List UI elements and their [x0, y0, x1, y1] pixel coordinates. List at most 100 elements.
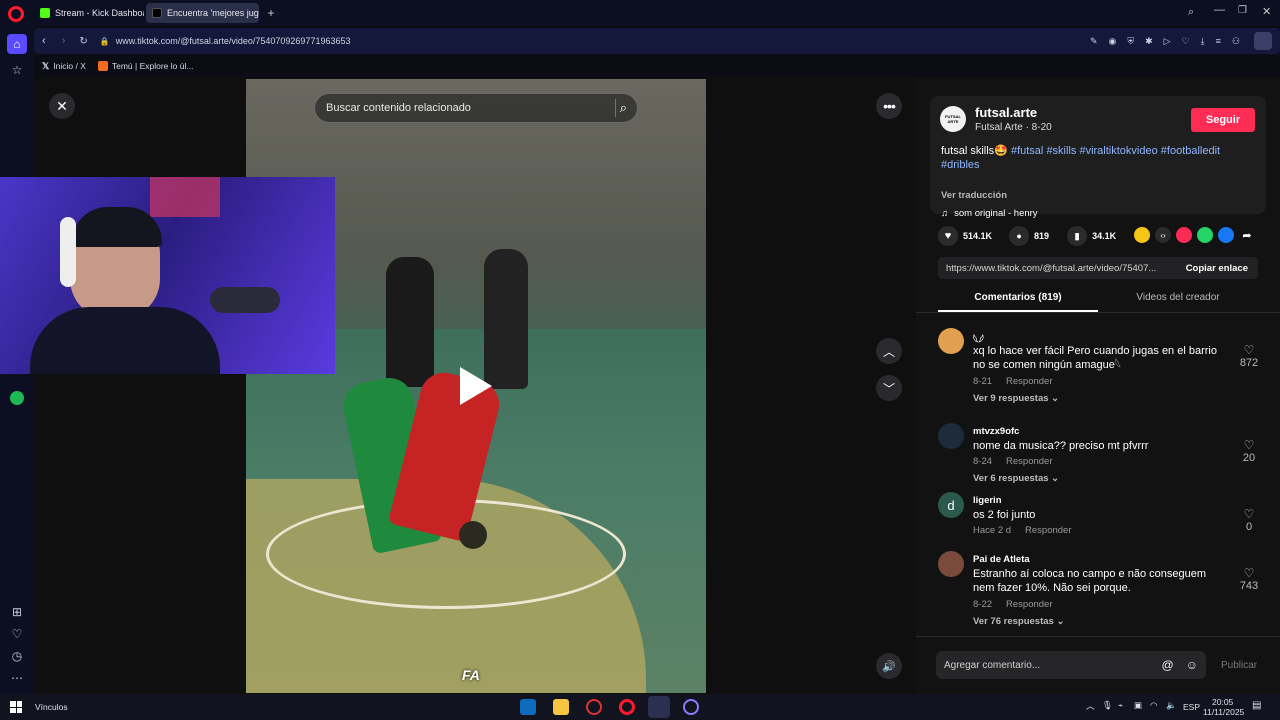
commenter-avatar[interactable] — [938, 551, 964, 577]
new-tab-button[interactable]: + — [264, 6, 278, 20]
view-replies-button[interactable]: Ver 6 respuestas ⌄ — [973, 473, 1059, 484]
reply-button[interactable]: Responder — [1006, 376, 1052, 387]
share-arrow-icon[interactable]: ➦ — [1239, 227, 1255, 243]
wifi-icon[interactable]: ◠ — [1150, 700, 1157, 711]
language-indicator[interactable]: ESP — [1183, 702, 1200, 712]
sound-row[interactable]: ♫ som original - henry — [941, 208, 1038, 219]
opera-settings-icon[interactable] — [1254, 32, 1272, 50]
view-replies-button[interactable]: Ver 76 respuestas ⌄ — [973, 616, 1064, 627]
volume-icon[interactable]: 🔈 — [1166, 700, 1177, 711]
bookmark-x[interactable]: 𝕏 Inicio / X — [42, 61, 86, 72]
camera-icon[interactable]: ◉ — [1109, 36, 1117, 47]
copy-link-button[interactable]: Copiar enlace — [1186, 263, 1248, 274]
hashtag[interactable]: #dribles — [941, 159, 980, 171]
network-off-icon[interactable]: ⌁ — [1118, 700, 1123, 711]
share-link-text[interactable]: https://www.tiktok.com/@futsal.arte/vide… — [946, 263, 1172, 274]
tab-tiktok[interactable]: Encuentra 'mejores jugad — [146, 3, 259, 23]
mention-icon[interactable]: @ — [1162, 658, 1174, 672]
hashtag[interactable]: #skills — [1046, 145, 1076, 157]
reply-button[interactable]: Responder — [1006, 456, 1052, 467]
more-options-button[interactable]: ••• — [876, 93, 902, 119]
volume-button[interactable]: 🔊 — [876, 653, 902, 679]
taskbar-links-label[interactable]: Vínculos — [35, 702, 68, 712]
commenter-avatar[interactable] — [938, 423, 964, 449]
previous-video-button[interactable]: ︿ — [876, 338, 902, 364]
comment-icon[interactable]: ● — [1009, 226, 1030, 246]
restore-icon[interactable]: ❐ — [1238, 5, 1247, 16]
file-explorer-icon[interactable] — [553, 699, 569, 715]
outlook-icon[interactable] — [520, 699, 536, 715]
back-icon[interactable]: ‹ — [42, 35, 46, 47]
video-player[interactable]: Buscar contenido relacionado ⌕ FA — [246, 79, 706, 693]
search-input[interactable]: Buscar contenido relacionado — [326, 102, 471, 114]
reply-button[interactable]: Responder — [1006, 599, 1052, 610]
play-icon[interactable] — [460, 367, 492, 405]
forward-icon[interactable]: › — [62, 35, 66, 47]
clock-date[interactable]: 11/11/2025 — [1203, 707, 1244, 717]
heart-icon[interactable]: ♡ — [1182, 36, 1190, 47]
post-comment-button[interactable]: Publicar — [1221, 660, 1257, 671]
translate-link[interactable]: Ver traducción — [941, 190, 1007, 201]
url-field[interactable]: www.tiktok.com/@futsal.arte/video/754070… — [116, 36, 351, 46]
commenter-avatar[interactable] — [938, 328, 964, 354]
discord-icon[interactable] — [648, 696, 670, 718]
view-replies-button[interactable]: Ver 9 respuestas ⌄ — [973, 393, 1059, 404]
emoji-icon[interactable]: ☺ — [1186, 658, 1198, 672]
facebook-icon[interactable] — [1218, 227, 1234, 243]
obs-icon[interactable] — [683, 699, 699, 715]
tab-kick-dashboard[interactable]: Stream - Kick Dashboard — [34, 3, 144, 23]
author-name[interactable]: futsal.arte — [975, 105, 1037, 120]
embed-icon[interactable]: ‹› — [1155, 227, 1171, 243]
search-icon[interactable]: ⌕ — [620, 100, 627, 116]
hashtag[interactable]: #futsal — [1011, 145, 1043, 157]
coin-icon[interactable] — [1134, 227, 1150, 243]
close-viewer-button[interactable]: ✕ — [49, 93, 75, 119]
notifications-icon[interactable]: ▤ — [1252, 700, 1261, 711]
author-avatar[interactable]: FUTSAL ARTE — [940, 106, 966, 132]
send-icon[interactable] — [1176, 227, 1192, 243]
grid-icon[interactable]: ⊞ — [7, 602, 27, 622]
close-window-icon[interactable]: ✕ — [1262, 5, 1271, 18]
comment-like-button[interactable]: ♡ 20 — [1234, 438, 1264, 464]
history-icon[interactable]: ◷ — [7, 646, 27, 666]
download-icon[interactable]: ⤓ — [1201, 36, 1205, 47]
clock-time[interactable]: 20:05 — [1212, 697, 1233, 707]
comment-like-button[interactable]: ♡ 743 — [1234, 566, 1264, 592]
heart-icon[interactable]: ♡ — [7, 624, 27, 644]
play-icon[interactable]: ▷ — [1164, 36, 1171, 47]
minimize-icon[interactable]: — — [1214, 4, 1225, 16]
microphone-icon[interactable]: 🎙 — [1102, 700, 1113, 711]
reply-button[interactable]: Responder — [1025, 525, 1071, 536]
bookmark-temu[interactable]: Temú | Explore lo úl... — [97, 61, 193, 71]
tab-creator-videos[interactable]: Videos del creador — [1098, 292, 1258, 303]
whatsapp-icon[interactable] — [1197, 227, 1213, 243]
display-icon[interactable]: ▣ — [1134, 700, 1142, 711]
reload-icon[interactable]: ↻ — [79, 36, 87, 47]
extension-icon[interactable]: ✱ — [1145, 36, 1153, 47]
app-icon[interactable] — [586, 699, 602, 715]
profile-icon[interactable]: ⚇ — [1232, 36, 1240, 47]
tab-comments[interactable]: Comentarios (819) — [938, 292, 1098, 303]
shield-icon[interactable]: ⛨ — [1127, 36, 1134, 47]
follow-button[interactable]: Seguir — [1191, 108, 1255, 132]
next-video-button[interactable]: ﹀ — [876, 375, 902, 401]
comment-username[interactable]: mtvzx9ofc — [973, 426, 1019, 437]
opera-logo-icon[interactable] — [8, 6, 24, 22]
like-icon[interactable]: ♥ — [938, 226, 958, 246]
comment-input[interactable]: Agregar comentario... @ ☺ — [936, 651, 1206, 679]
search-tabs-icon[interactable]: ⌕ — [1188, 6, 1194, 19]
menu-icon[interactable]: ≡ — [1216, 36, 1221, 47]
spotify-icon[interactable] — [7, 388, 27, 408]
bookmark-icon[interactable]: ▮ — [1067, 226, 1088, 246]
comment-username[interactable]: ligerin — [973, 495, 1002, 506]
commenter-avatar[interactable]: d — [938, 492, 964, 518]
comment-username[interactable]: Pai de Atleta — [973, 554, 1030, 565]
related-search-bar[interactable]: Buscar contenido relacionado ⌕ — [314, 93, 638, 123]
chevron-up-icon[interactable]: ︿ — [1086, 700, 1095, 712]
comment-like-button[interactable]: ♡ 0 — [1234, 507, 1264, 533]
home-icon[interactable]: ⌂ — [7, 34, 27, 54]
more-icon[interactable]: ⋯ — [7, 668, 27, 688]
windows-start-icon[interactable] — [10, 701, 22, 713]
star-icon[interactable]: ☆ — [7, 60, 27, 80]
opera-icon[interactable] — [619, 699, 635, 715]
